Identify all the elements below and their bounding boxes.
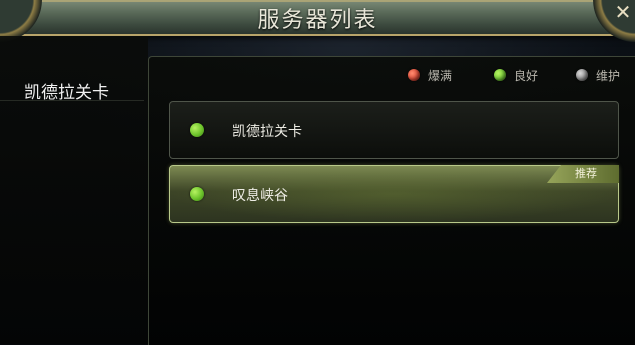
server-row-selected[interactable]: 叹息峡谷 推荐 [169,165,619,223]
server-name: 凯德拉关卡 [232,124,302,140]
status-good-icon [190,123,204,137]
legend-label: 爆满 [428,69,453,83]
close-icon: ✕ [614,0,632,24]
title-bar: 服务器列表 [0,0,635,36]
server-list-window: 服务器列表 ✕ 凯德拉关卡 爆满 良好 维护 凯德拉关卡 叹息峡谷 推荐 [0,0,635,345]
status-good-icon [494,69,506,81]
status-good-icon [190,187,204,201]
legend-item-full: 爆满 [408,67,460,83]
legend-label: 良好 [514,69,539,83]
close-button[interactable]: ✕ [612,1,634,23]
status-maintenance-icon [576,69,588,81]
status-full-icon [408,69,420,81]
recommended-badge: 推荐 [547,165,619,183]
region-sidebar: 凯德拉关卡 [0,36,148,344]
legend-item-maintenance: 维护 [576,67,628,83]
window-title: 服务器列表 [257,8,378,33]
sidebar-item-label: 凯德拉关卡 [24,83,109,103]
server-panel: 爆满 良好 维护 凯德拉关卡 叹息峡谷 推荐 [148,56,635,345]
legend-item-good: 良好 [494,67,546,83]
server-row[interactable]: 凯德拉关卡 [169,101,619,159]
server-name: 叹息峡谷 [232,188,288,204]
legend-label: 维护 [596,69,621,83]
sidebar-item-region[interactable]: 凯德拉关卡 [0,36,144,103]
